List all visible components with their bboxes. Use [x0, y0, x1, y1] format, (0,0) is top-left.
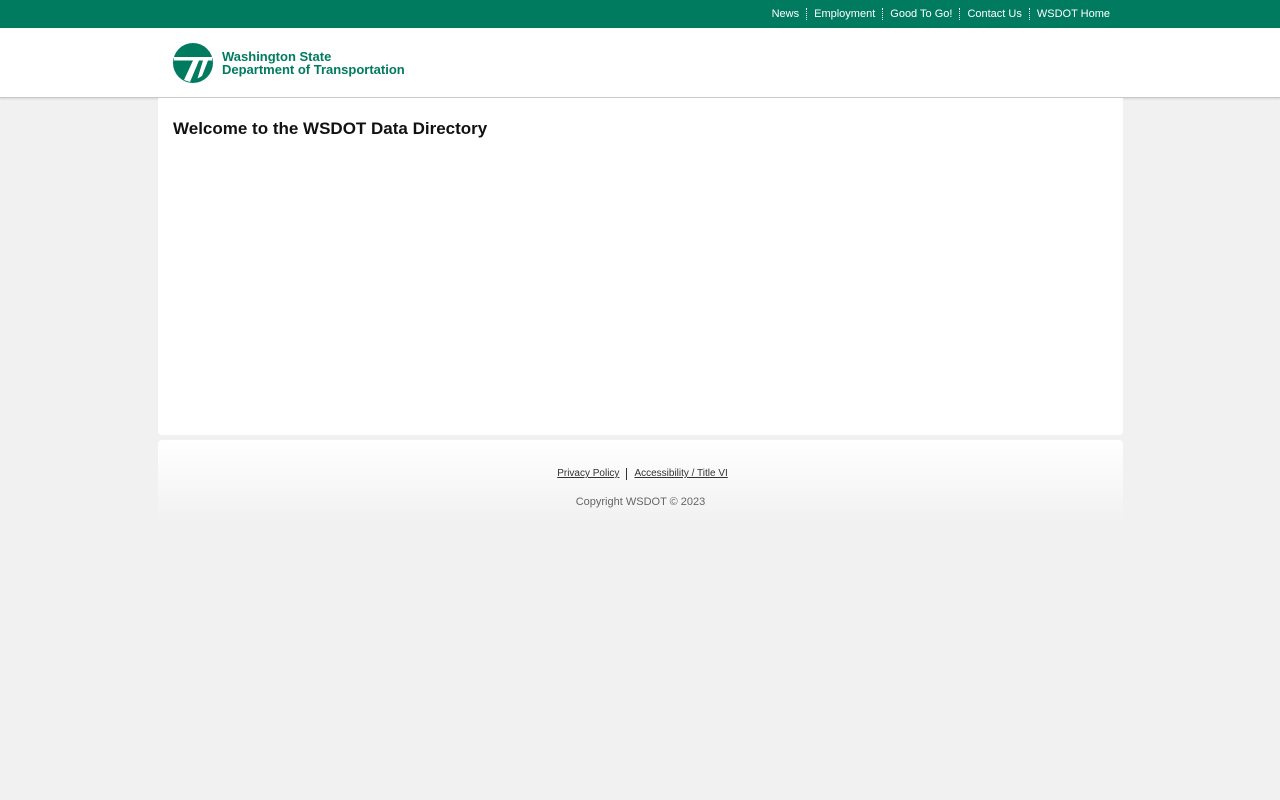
copyright-text: Copyright WSDOT © 2023	[575, 496, 706, 508]
top-bar: News Employment Good To Go! Contact Us W…	[0, 0, 1280, 28]
main-content: Welcome to the WSDOT Data Directory	[158, 98, 1123, 435]
site-footer: Privacy Policy Accessibility / Title VI …	[158, 440, 1123, 522]
top-nav-contact-us[interactable]: Contact Us	[959, 8, 1028, 20]
logo-text: Washington State Department of Transport…	[222, 50, 405, 76]
wsdot-logo-icon	[173, 43, 213, 83]
footer-links: Privacy Policy Accessibility / Title VI	[158, 468, 1125, 480]
logo-line-2: Department of Transportation	[222, 62, 405, 77]
top-nav-employment[interactable]: Employment	[806, 8, 882, 20]
footer-link-privacy-policy[interactable]: Privacy Policy	[550, 468, 626, 480]
footer-link-accessibility[interactable]: Accessibility / Title VI	[627, 468, 734, 480]
top-nav: News Employment Good To Go! Contact Us W…	[765, 0, 1117, 28]
page-title: Welcome to the WSDOT Data Directory	[173, 119, 488, 138]
top-nav-wsdot-home[interactable]: WSDOT Home	[1028, 8, 1117, 20]
top-nav-news[interactable]: News	[765, 8, 807, 20]
wsdot-logo-link[interactable]: Washington State Department of Transport…	[173, 42, 418, 84]
top-nav-good-to-go[interactable]: Good To Go!	[882, 8, 959, 20]
site-header: Washington State Department of Transport…	[0, 28, 1280, 98]
